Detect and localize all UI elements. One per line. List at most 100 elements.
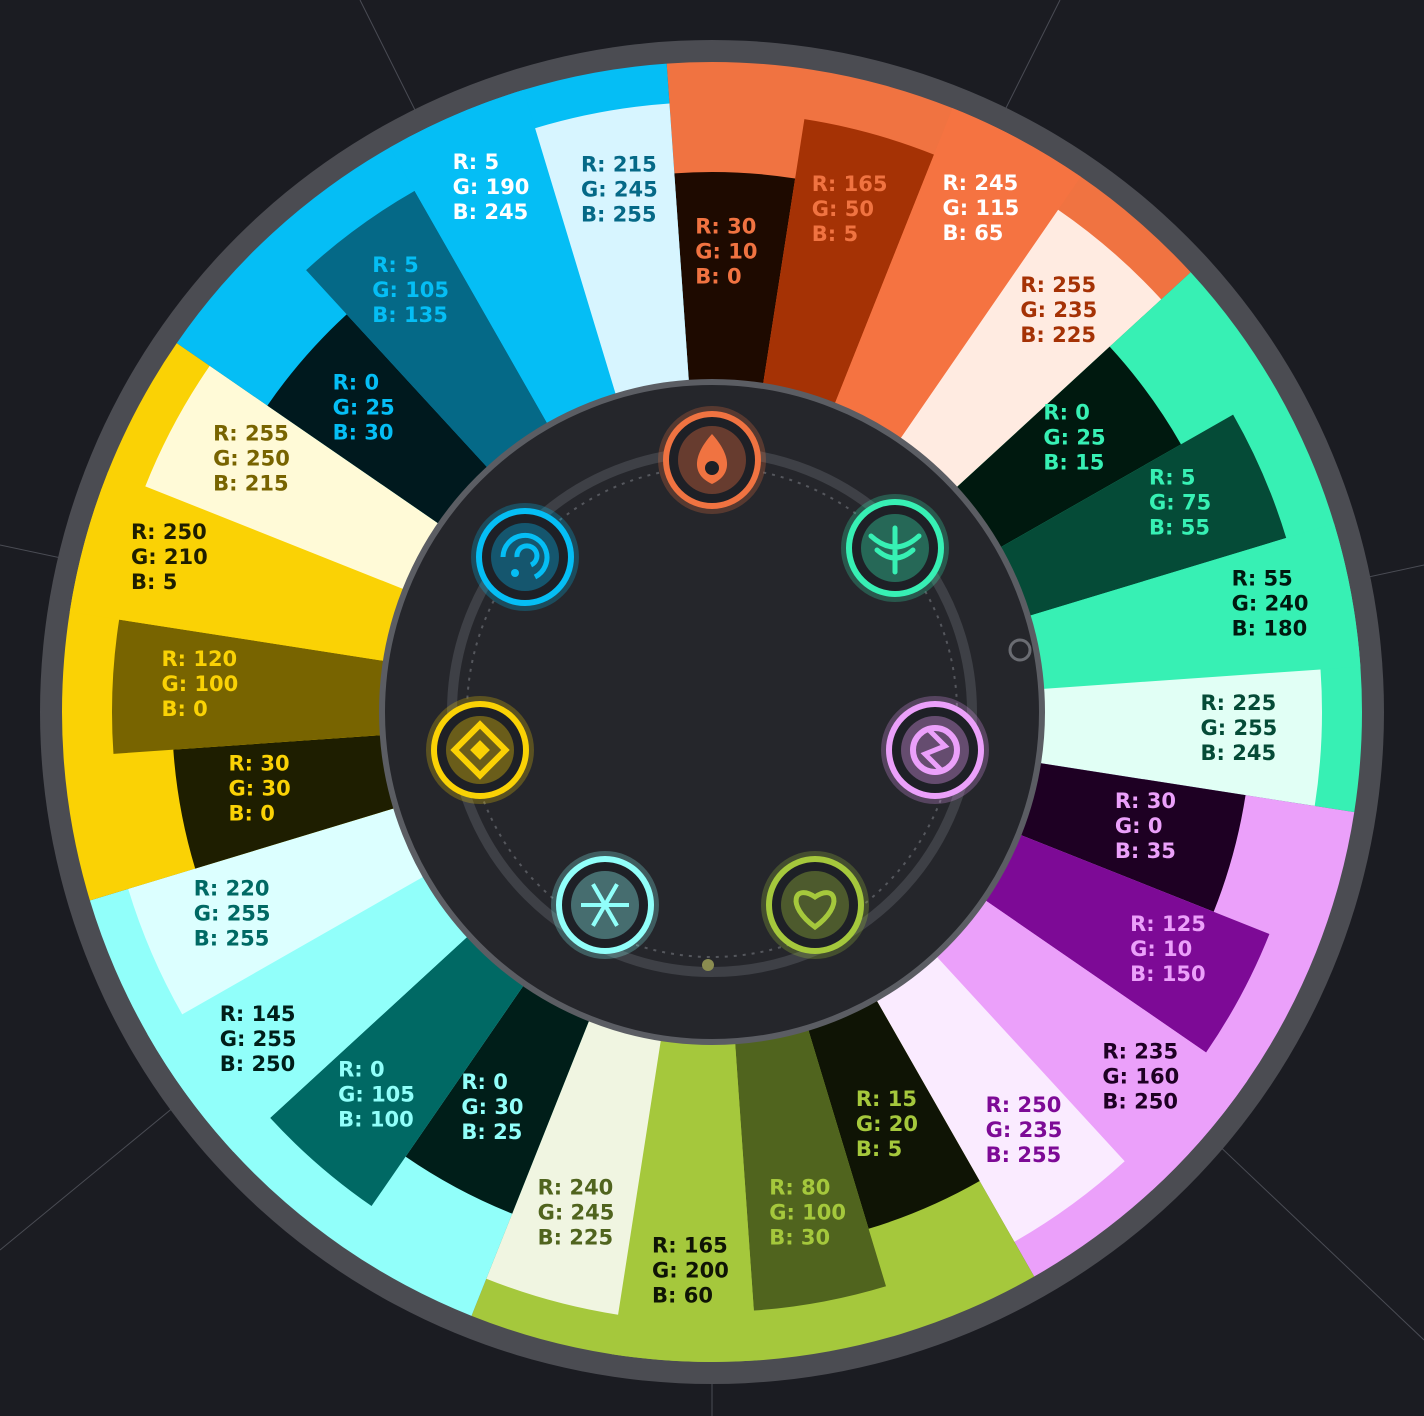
anemo-swatch-3-line-2: G: 240 — [1232, 592, 1309, 616]
anemo-swatch-1-line-3: B: 15 — [1043, 451, 1104, 475]
electro-swatch-3-line-1: R: 235 — [1102, 1040, 1178, 1064]
pyro-swatch-3-line-3: B: 65 — [942, 221, 1003, 245]
hydro-swatch-2-line-2: G: 105 — [372, 278, 449, 302]
electro-swatch-2-line-3: B: 150 — [1130, 962, 1206, 986]
pyro-swatch-1-line-1: R: 30 — [695, 214, 756, 238]
dendro-swatch-3-line-1: R: 165 — [652, 1233, 728, 1257]
electro-swatch-4-line-3: B: 255 — [986, 1143, 1062, 1167]
cryo-swatch-3-label: R: 145 G: 255 B: 250 — [220, 1002, 297, 1076]
geo-stone-icon — [426, 696, 534, 804]
cryo-swatch-2-line-3: B: 100 — [338, 1108, 414, 1132]
element-hub — [379, 379, 1045, 1045]
pyro-swatch-2-line-3: B: 5 — [812, 222, 858, 246]
anemo-swatch-2-line-1: R: 5 — [1149, 465, 1196, 489]
geo-swatch-3-line-1: R: 250 — [131, 520, 207, 544]
pyro-swatch-2-line-1: R: 165 — [812, 172, 888, 196]
cryo-snowflake-icon — [551, 851, 659, 959]
pyro-swatch-4-line-3: B: 225 — [1020, 323, 1096, 347]
pyro-swatch-4-line-1: R: 255 — [1020, 273, 1096, 297]
hydro-swatch-4-label: R: 215 G: 245 B: 255 — [581, 153, 658, 227]
dendro-swatch-4-line-2: G: 245 — [538, 1200, 615, 1224]
hydro-swatch-3-line-3: B: 245 — [453, 200, 529, 224]
anemo-swatch-3-line-1: R: 55 — [1232, 567, 1293, 591]
dendro-swatch-2-line-1: R: 80 — [769, 1175, 830, 1199]
dendro-swatch-2-line-3: B: 30 — [769, 1225, 830, 1249]
hydro-swatch-3-line-1: R: 5 — [453, 150, 500, 174]
anemo-swatch-1-line-1: R: 0 — [1043, 401, 1090, 425]
pyro-swatch-1-line-3: B: 0 — [695, 264, 741, 288]
cryo-swatch-1-line-2: G: 30 — [461, 1095, 523, 1119]
cryo-swatch-1-line-3: B: 25 — [461, 1120, 522, 1144]
pyro-swatch-4-label: R: 255 G: 235 B: 225 — [1020, 273, 1097, 347]
anemo-swatch-4-line-3: B: 245 — [1201, 741, 1277, 765]
geo-swatch-4-line-1: R: 255 — [213, 421, 289, 445]
electro-swatch-4-line-2: G: 235 — [986, 1118, 1063, 1142]
geo-swatch-1-line-3: B: 0 — [229, 801, 275, 825]
geo-swatch-1-line-2: G: 30 — [229, 776, 291, 800]
hydro-swatch-4-line-3: B: 255 — [581, 203, 657, 227]
pyro-swatch-1-line-2: G: 10 — [695, 239, 757, 263]
cryo-swatch-1-line-1: R: 0 — [461, 1070, 508, 1094]
dendro-swatch-1-line-1: R: 15 — [856, 1087, 917, 1111]
dendro-swatch-4-line-1: R: 240 — [538, 1175, 614, 1199]
hydro-swatch-4-line-2: G: 245 — [581, 178, 658, 202]
geo-swatch-2-line-3: B: 0 — [161, 697, 207, 721]
pyro-swatch-4-line-2: G: 235 — [1020, 298, 1097, 322]
electro-swatch-4-line-1: R: 250 — [986, 1093, 1062, 1117]
dendro-swatch-1-line-2: G: 20 — [856, 1112, 918, 1136]
electro-swatch-1-line-2: G: 0 — [1115, 814, 1163, 838]
cryo-swatch-2-line-2: G: 105 — [338, 1083, 415, 1107]
dendro-leaf-icon — [761, 851, 869, 959]
pyro-swatch-3-line-2: G: 115 — [942, 196, 1019, 220]
element-color-wheel: R: 30 G: 10 B: 0R: 165 G: 50 B: 5R: 245 G: 11… — [0, 0, 1424, 1416]
hydro-swatch-2-line-1: R: 5 — [372, 253, 419, 277]
geo-swatch-1-line-1: R: 30 — [229, 751, 290, 775]
hydro-swatch-1-line-2: G: 25 — [333, 395, 395, 419]
electro-swatch-2-line-1: R: 125 — [1130, 912, 1206, 936]
hydro-swatch-1-line-3: B: 30 — [333, 420, 394, 444]
hydro-swatch-4-line-1: R: 215 — [581, 153, 657, 177]
anemo-swatch-2-line-2: G: 75 — [1149, 490, 1211, 514]
hydro-swatch-3-line-2: G: 190 — [453, 175, 530, 199]
hydro-swatch-1-line-1: R: 0 — [333, 370, 380, 394]
electro-swatch-3-line-2: G: 160 — [1102, 1065, 1179, 1089]
geo-swatch-3-line-3: B: 5 — [131, 570, 177, 594]
geo-swatch-4-line-2: G: 250 — [213, 446, 290, 470]
electro-swatch-4-label: R: 250 G: 235 B: 255 — [986, 1093, 1063, 1167]
anemo-swatch-4-line-1: R: 225 — [1201, 691, 1277, 715]
cryo-swatch-4-line-2: G: 255 — [194, 902, 271, 926]
electro-swatch-2-line-2: G: 10 — [1130, 937, 1192, 961]
anemo-swatch-3-line-3: B: 180 — [1232, 617, 1308, 641]
dendro-swatch-2-line-2: G: 100 — [769, 1200, 846, 1224]
cryo-swatch-4-line-3: B: 255 — [194, 927, 270, 951]
cryo-swatch-3-line-2: G: 255 — [220, 1027, 297, 1051]
dendro-swatch-4-line-3: B: 225 — [538, 1225, 614, 1249]
electro-swatch-3-line-3: B: 250 — [1102, 1090, 1178, 1114]
cryo-swatch-3-line-1: R: 145 — [220, 1002, 296, 1026]
cryo-swatch-4-label: R: 220 G: 255 B: 255 — [194, 877, 271, 951]
geo-swatch-4-label: R: 255 G: 250 B: 215 — [213, 421, 290, 495]
anemo-swatch-4-label: R: 225 G: 255 B: 245 — [1201, 691, 1278, 765]
anemo-wind-icon — [841, 494, 949, 602]
pyro-swatch-3-line-1: R: 245 — [942, 171, 1018, 195]
anemo-swatch-4-line-2: G: 255 — [1201, 716, 1278, 740]
dendro-swatch-4-label: R: 240 G: 245 B: 225 — [538, 1175, 615, 1249]
anemo-swatch-1-line-2: G: 25 — [1043, 426, 1105, 450]
electro-swatch-1-line-1: R: 30 — [1115, 789, 1176, 813]
pyro-flame-icon — [658, 406, 766, 514]
cryo-swatch-2-line-1: R: 0 — [338, 1058, 385, 1082]
dendro-swatch-3-line-2: G: 200 — [652, 1258, 729, 1282]
dendro-swatch-1-line-3: B: 5 — [856, 1137, 902, 1161]
electro-swatch-3-label: R: 235 G: 160 B: 250 — [1102, 1040, 1179, 1114]
cryo-swatch-4-line-1: R: 220 — [194, 877, 270, 901]
hydro-water-icon — [471, 503, 579, 611]
geo-swatch-2-line-2: G: 100 — [161, 672, 238, 696]
pyro-swatch-2-line-2: G: 50 — [812, 197, 874, 221]
cryo-swatch-3-line-3: B: 250 — [220, 1052, 296, 1076]
anemo-swatch-2-line-3: B: 55 — [1149, 515, 1210, 539]
geo-swatch-3-line-2: G: 210 — [131, 545, 208, 569]
electro-swatch-1-line-3: B: 35 — [1115, 839, 1176, 863]
hydro-swatch-2-line-3: B: 135 — [372, 303, 448, 327]
geo-swatch-4-line-3: B: 215 — [213, 471, 289, 495]
dendro-swatch-3-line-3: B: 60 — [652, 1283, 713, 1307]
